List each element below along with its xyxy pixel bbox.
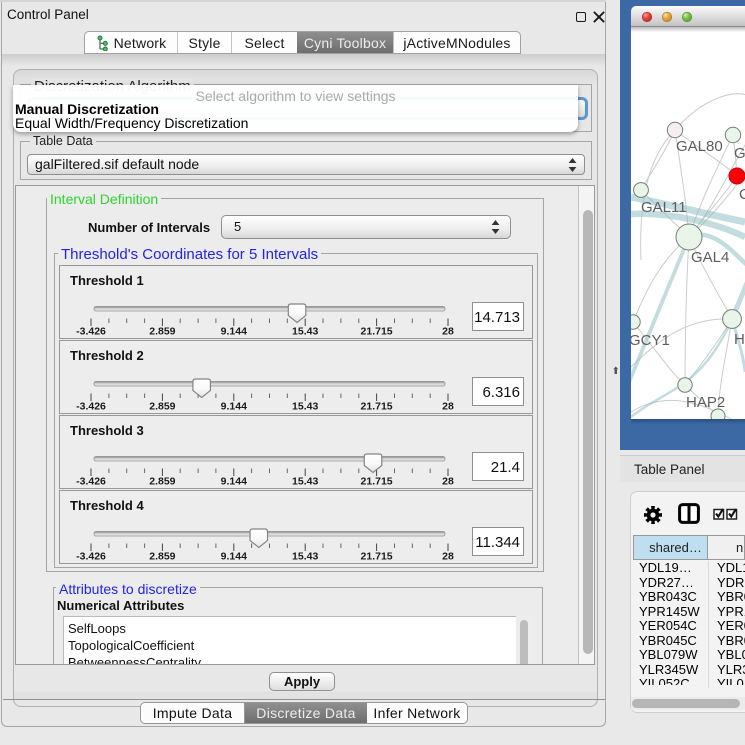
svg-text:2.859: 2.859: [149, 476, 175, 488]
svg-text:9.144: 9.144: [221, 551, 247, 563]
svg-text:21.715: 21.715: [361, 551, 393, 563]
svg-text:15.43: 15.43: [292, 476, 318, 488]
svg-text:-3.426: -3.426: [76, 326, 106, 338]
svg-text:28: 28: [442, 551, 454, 563]
svg-text:21.715: 21.715: [361, 476, 393, 488]
svg-text:2.859: 2.859: [149, 326, 175, 338]
svg-text:HAP2: HAP2: [686, 394, 725, 411]
svg-text:GCY1: GCY1: [631, 332, 670, 349]
svg-text:GAL4: GAL4: [691, 249, 729, 266]
svg-text:9.144: 9.144: [221, 326, 247, 338]
svg-text:-3.426: -3.426: [76, 476, 106, 488]
svg-text:9.144: 9.144: [221, 476, 247, 488]
svg-text:GAL80: GAL80: [676, 138, 723, 155]
svg-text:15.43: 15.43: [292, 551, 318, 563]
svg-text:15.43: 15.43: [292, 326, 318, 338]
svg-text:21.715: 21.715: [361, 326, 393, 338]
svg-text:2.859: 2.859: [149, 551, 175, 563]
svg-text:28: 28: [442, 476, 454, 488]
svg-text:21.715: 21.715: [361, 401, 393, 413]
svg-text:-3.426: -3.426: [76, 551, 106, 563]
svg-text:C: C: [739, 186, 745, 203]
svg-text:15.43: 15.43: [292, 401, 318, 413]
svg-text:28: 28: [442, 326, 454, 338]
svg-text:-3.426: -3.426: [76, 401, 106, 413]
svg-text:GA: GA: [734, 145, 745, 162]
svg-text:9.144: 9.144: [221, 401, 247, 413]
svg-text:H: H: [734, 331, 745, 348]
svg-text:2.859: 2.859: [149, 401, 175, 413]
svg-text:28: 28: [442, 401, 454, 413]
svg-text:GAL11: GAL11: [641, 199, 687, 216]
